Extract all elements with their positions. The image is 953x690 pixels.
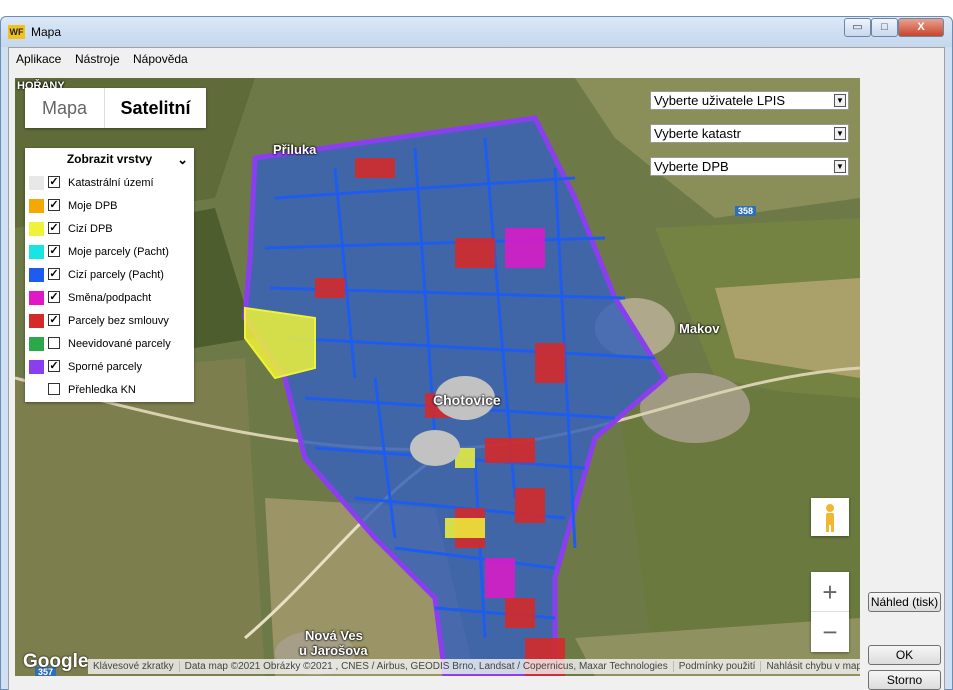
menu-aplikace[interactable]: Aplikace [16,52,61,66]
app-logo: WF [8,25,25,39]
menu-napoveda[interactable]: Nápověda [133,52,188,66]
app-window: WF Mapa ▭ □ X Aplikace Nástroje Nápověda [0,16,953,690]
layer-label: Parcely bez smlouvy [68,315,169,327]
select-lpis-user[interactable]: Vyberte uživatele LPIS ▼ [650,91,849,110]
layer-checkbox[interactable]: ✓ [48,222,60,234]
layer-row[interactable]: ✓ Sporné parcely [25,358,194,381]
layer-row[interactable]: Neevidované parcely [25,335,194,358]
layers-panel-title: Zobrazit vrstvy [66,152,153,166]
dropdown-arrow-icon[interactable]: ▼ [834,127,846,140]
place-label-priluka: Přiluka [273,142,317,157]
close-button[interactable]: X [898,18,944,37]
layer-row[interactable]: ✓ Katastrální území [25,174,194,197]
cancel-button[interactable]: Storno [868,670,941,690]
street-view-pegman-icon[interactable] [811,498,849,536]
layer-checkbox[interactable]: ✓ [48,314,60,326]
map-attribution: Klávesové zkratky Data map ©2021 Obrázky … [88,659,860,674]
place-label-makov: Makov [679,321,720,336]
layer-color-swatch [29,360,44,374]
ok-button[interactable]: OK [868,645,941,665]
window-title: Mapa [31,25,62,39]
layer-label: Katastrální území [68,177,154,189]
layer-row[interactable]: ✓ Cizí DPB [25,220,194,243]
chevron-down-icon[interactable]: ⌄ [177,152,188,168]
select-dpb-value: Vyberte DPB [654,159,729,174]
place-label-chotovice: Chotovice [433,392,501,408]
title-bar[interactable]: WF Mapa ▭ □ X [1,17,952,47]
google-logo: Google [23,651,89,672]
minimize-button[interactable]: ▭ [844,18,871,37]
dropdown-arrow-icon[interactable]: ▼ [834,94,846,107]
select-katastr[interactable]: Vyberte katastr ▼ [650,124,849,143]
report-error-link[interactable]: Nahlásit chybu v mapě [761,661,860,672]
map-type-satellite-button[interactable]: Satelitní [105,88,206,128]
layer-row[interactable]: Přehledka KN [25,381,194,404]
layer-checkbox[interactable]: ✓ [48,199,60,211]
layer-row[interactable]: ✓ Směna/podpacht [25,289,194,312]
zoom-in-button[interactable]: + [811,572,849,612]
layer-row[interactable]: ✓ Moje parcely (Pacht) [25,243,194,266]
layer-checkbox[interactable]: ✓ [48,245,60,257]
road-label-358: 358 [735,206,757,216]
place-label-nova-ves: Nová Ves [305,628,363,643]
layer-label: Sporné parcely [68,361,142,373]
layer-color-swatch [29,199,44,213]
map-view[interactable]: Přiluka Makov Chotovice Nová Ves u Jaroš… [15,78,860,676]
menu-nastroje[interactable]: Nástroje [75,52,120,66]
layer-checkbox[interactable] [48,337,60,349]
layer-checkbox[interactable]: ✓ [48,268,60,280]
layer-checkbox[interactable]: ✓ [48,291,60,303]
layer-row[interactable]: ✓ Parcely bez smlouvy [25,312,194,335]
map-data-credits: Data map ©2021 Obrázky ©2021 , CNES / Ai… [179,661,674,672]
print-preview-button[interactable]: Náhled (tisk) [868,592,941,612]
layer-color-swatch [29,314,44,328]
layer-label: Moje parcely (Pacht) [68,246,169,258]
layer-checkbox[interactable] [48,383,60,395]
layer-label: Cizí parcely (Pacht) [68,269,164,281]
maximize-button[interactable]: □ [871,18,898,37]
menu-bar: Aplikace Nástroje Nápověda [9,48,944,70]
layer-label: Moje DPB [68,200,118,212]
keyboard-shortcuts-link[interactable]: Klávesové zkratky [88,661,180,672]
zoom-out-button[interactable]: − [811,612,849,652]
layer-color-swatch [29,268,44,282]
client-area: Aplikace Nástroje Nápověda Přiluka Makov… [8,47,945,690]
layer-color-swatch [29,176,44,190]
layer-label: Směna/podpacht [68,292,152,304]
layer-label: Cizí DPB [68,223,113,235]
layers-panel: Zobrazit vrstvy ⌄ ✓ Katastrální území ✓ Moj… [25,148,194,402]
layer-checkbox[interactable]: ✓ [48,176,60,188]
map-type-control: Mapa Satelitní [25,88,206,128]
select-katastr-value: Vyberte katastr [654,126,741,141]
layer-color-swatch [29,383,44,397]
select-dpb[interactable]: Vyberte DPB ▼ [650,157,849,176]
layer-color-swatch [29,291,44,305]
select-lpis-user-value: Vyberte uživatele LPIS [654,93,786,108]
layer-color-swatch [29,337,44,351]
layer-label: Neevidované parcely [68,338,171,350]
layer-color-swatch [29,222,44,236]
layer-label: Přehledka KN [68,384,136,396]
layer-row[interactable]: ✓ Moje DPB [25,197,194,220]
layer-checkbox[interactable]: ✓ [48,360,60,372]
dropdown-arrow-icon[interactable]: ▼ [834,160,846,173]
map-type-map-button[interactable]: Mapa [25,88,105,128]
terms-link[interactable]: Podmínky použití [673,661,762,672]
layer-color-swatch [29,245,44,259]
place-label-u-jarosova: u Jarošova [299,643,368,658]
zoom-control: + − [811,572,849,652]
layer-row[interactable]: ✓ Cizí parcely (Pacht) [25,266,194,289]
